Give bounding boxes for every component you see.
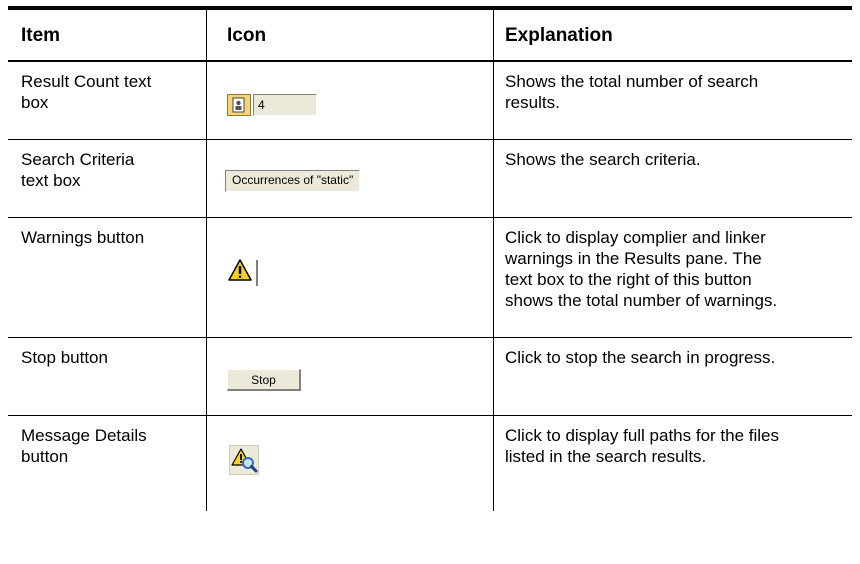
item-text: Stop button — [21, 348, 108, 367]
item-cell: Result Count text box — [8, 62, 206, 139]
icon-cell: Occurrences of "static" — [206, 140, 494, 217]
explanation-cell: Click to stop the search in progress. — [494, 338, 852, 415]
stop-button: Stop — [227, 369, 301, 391]
explanation-text: Click to display full paths for the file… — [505, 426, 780, 445]
result-count-widget: 4 — [227, 94, 317, 116]
header-explanation: Explanation — [505, 25, 613, 46]
icon-cell: Stop — [206, 338, 494, 415]
table-row: Stop button Stop Click to stop the searc… — [8, 338, 852, 416]
explanation-text: results. — [505, 93, 560, 112]
item-text: text box — [21, 171, 81, 190]
reference-table: Item Icon Explanation Result Count text … — [8, 6, 852, 511]
item-cell: Message Details button — [8, 416, 206, 511]
explanation-cell: Shows the total number of search results… — [494, 62, 852, 139]
header-icon: Icon — [206, 10, 494, 60]
item-text: Message Details — [21, 426, 147, 445]
toolbar-separator — [256, 259, 258, 286]
explanation-cell: Shows the search criteria. — [494, 140, 852, 217]
icon-cell: 4 — [206, 62, 494, 139]
table-row: Message Details button Click to display … — [8, 416, 852, 511]
item-cell: Warnings button — [8, 218, 206, 337]
explanation-text: Click to stop the search in progress. — [505, 348, 776, 367]
message-details-icon — [229, 445, 259, 475]
warning-icon — [227, 258, 253, 287]
item-text: button — [21, 447, 69, 466]
explanation-cell: Click to display full paths for the file… — [494, 416, 852, 511]
warnings-button-widget — [227, 258, 258, 287]
explanation-text: text box to the right of this button — [505, 270, 752, 289]
item-text: box — [21, 93, 49, 112]
explanation-text: warnings in the Results pane. The — [505, 249, 762, 268]
explanation-text: listed in the search results. — [505, 447, 707, 466]
explanation-text: Shows the search criteria. — [505, 150, 701, 169]
item-text: Result Count text — [21, 72, 152, 91]
item-text: Warnings button — [21, 228, 145, 247]
table-header-row: Item Icon Explanation — [8, 10, 852, 62]
table-row: Search Criteria text box Occurrences of … — [8, 140, 852, 218]
result-count-textbox: 4 — [253, 94, 317, 116]
explanation-cell: Click to display complier and linker war… — [494, 218, 852, 337]
explanation-text: shows the total number of warnings. — [505, 291, 778, 310]
icon-cell — [206, 416, 494, 511]
item-cell: Stop button — [8, 338, 206, 415]
search-criteria-textbox: Occurrences of "static" — [225, 170, 361, 192]
item-cell: Search Criteria text box — [8, 140, 206, 217]
explanation-text: Shows the total number of search — [505, 72, 759, 91]
result-count-icon — [227, 94, 251, 116]
table-row: Result Count text box 4 Shows the total … — [8, 62, 852, 140]
icon-cell — [206, 218, 494, 337]
header-item: Item — [21, 25, 61, 46]
item-text: Search Criteria — [21, 150, 135, 169]
explanation-text: Click to display complier and linker — [505, 228, 766, 247]
table-row: Warnings button Click to display complie… — [8, 218, 852, 338]
